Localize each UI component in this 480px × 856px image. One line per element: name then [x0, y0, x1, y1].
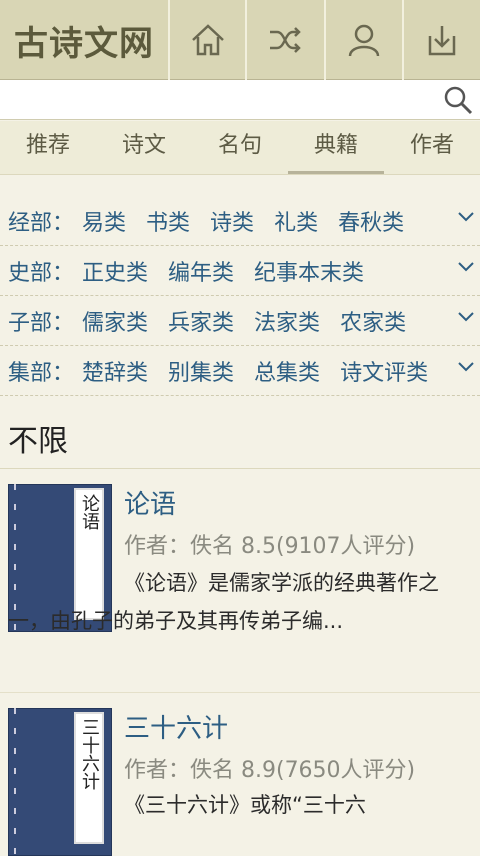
book-title[interactable]: 论语 — [124, 484, 176, 521]
tab-bar: 推荐 诗文 名句 典籍 作者 — [0, 121, 480, 175]
shuffle-icon — [269, 27, 301, 53]
chevron-down-icon[interactable] — [456, 210, 476, 224]
home-button[interactable] — [168, 0, 245, 80]
book-meta: 作者：佚名 8.5(9107人评分) — [124, 534, 416, 559]
category-name: 经部： — [8, 210, 75, 236]
category-item[interactable]: 诗类 — [210, 205, 254, 237]
tab-poems[interactable]: 诗文 — [96, 121, 192, 174]
category-row-jing: 经部： 易类 书类 诗类 礼类 春秋类 — [0, 196, 480, 246]
tab-classics[interactable]: 典籍 — [288, 121, 384, 174]
divider — [0, 692, 480, 693]
category-name: 史部： — [8, 260, 75, 286]
book-cover-title: 三十六计 — [74, 712, 104, 844]
category-row-zi: 子部： 儒家类 兵家类 法家类 农家类 — [0, 296, 480, 346]
category-row-shi: 史部： 正史类 编年类 纪事本末类 — [0, 246, 480, 296]
chevron-down-icon[interactable] — [456, 310, 476, 324]
search-input[interactable] — [4, 84, 438, 116]
app-header: 古诗文网 — [0, 0, 480, 80]
user-button[interactable] — [324, 0, 401, 80]
category-item[interactable]: 正史类 — [82, 255, 148, 287]
category-item[interactable]: 纪事本末类 — [254, 255, 364, 287]
category-item[interactable]: 农家类 — [340, 305, 406, 337]
category-item[interactable]: 春秋类 — [338, 205, 404, 237]
category-item[interactable]: 诗文评类 — [340, 355, 428, 387]
random-button[interactable] — [245, 0, 322, 80]
category-item[interactable]: 楚辞类 — [82, 355, 148, 387]
book-title[interactable]: 三十六计 — [124, 708, 228, 745]
app-logo[interactable]: 古诗文网 — [0, 0, 168, 80]
category-name: 子部： — [8, 310, 75, 336]
user-icon — [348, 24, 379, 57]
category-list: 经部： 易类 书类 诗类 礼类 春秋类 史部： 正史类 编年类 纪事本末类 子部… — [0, 196, 480, 396]
category-item[interactable]: 易类 — [82, 205, 126, 237]
tab-authors[interactable]: 作者 — [384, 121, 480, 174]
home-icon — [191, 24, 224, 56]
book-description: 《论语》是儒家学派的经典著作之一，由孔子的弟子及其再传弟子编... — [8, 571, 439, 633]
book-description: 《三十六计》或称“三十六 — [124, 793, 366, 817]
category-item[interactable]: 兵家类 — [168, 305, 234, 337]
chevron-down-icon[interactable] — [456, 260, 476, 274]
chevron-down-icon[interactable] — [456, 360, 476, 374]
book-meta: 作者：佚名 8.9(7650人评分) — [124, 758, 416, 783]
filter-label: 不限 — [8, 424, 68, 459]
category-item[interactable]: 编年类 — [168, 255, 234, 287]
tab-quotes[interactable]: 名句 — [192, 121, 288, 174]
category-item[interactable]: 礼类 — [274, 205, 318, 237]
book-cover[interactable]: 三十六计 — [8, 708, 112, 856]
search-bar — [0, 80, 480, 120]
tab-recommend[interactable]: 推荐 — [0, 121, 96, 174]
download-icon — [428, 26, 456, 56]
category-name: 集部： — [8, 360, 75, 386]
category-item[interactable]: 书类 — [146, 205, 190, 237]
divider — [0, 468, 480, 469]
category-item[interactable]: 法家类 — [254, 305, 320, 337]
download-button[interactable] — [402, 0, 480, 80]
search-icon[interactable] — [442, 84, 474, 116]
category-item[interactable]: 别集类 — [168, 355, 234, 387]
category-item[interactable]: 儒家类 — [82, 305, 148, 337]
category-row-ji: 集部： 楚辞类 别集类 总集类 诗文评类 — [0, 346, 480, 396]
category-item[interactable]: 总集类 — [254, 355, 320, 387]
